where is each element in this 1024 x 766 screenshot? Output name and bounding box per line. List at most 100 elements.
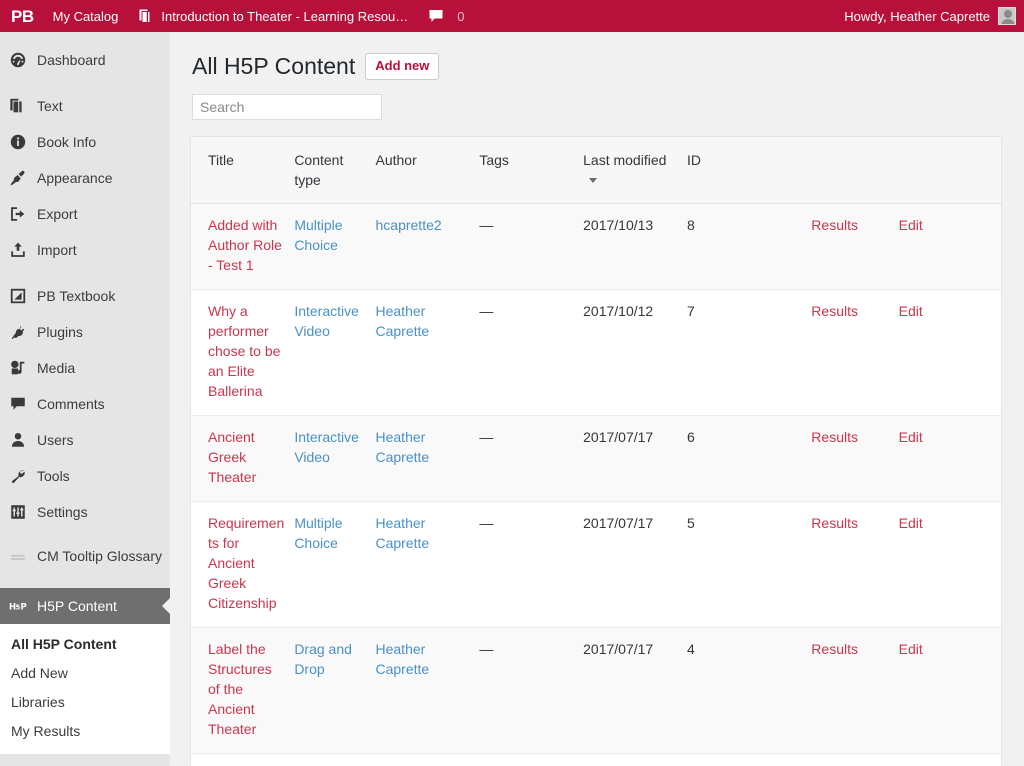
cell-title: Why a performer chose to be an Elite Bal… [190, 289, 295, 416]
results-link[interactable]: Results [811, 641, 858, 657]
sidebar-item-export[interactable]: Export [0, 196, 170, 232]
column-header-id[interactable]: ID [686, 136, 812, 204]
my-catalog-label: My Catalog [52, 8, 119, 24]
account-menu[interactable]: Howdy, Heather Caprette [834, 0, 1024, 32]
author-link[interactable]: Heather Caprette [376, 641, 430, 677]
sidebar-item-book-info[interactable]: Book Info [0, 124, 170, 160]
cell-edit: Edit [898, 415, 1002, 502]
column-header-author[interactable]: Author [375, 136, 480, 204]
cell-id: 6 [686, 415, 812, 502]
sidebar-item-label: Dashboard [37, 52, 106, 68]
author-link[interactable]: Heather Caprette [376, 515, 430, 551]
h5p-content-table: Title Content type Author Tags Last modi… [190, 136, 1002, 766]
info-icon [9, 133, 35, 151]
admin-sidebar: Dashboard Text Book Info Appearance Expo… [0, 32, 170, 766]
results-link[interactable]: Results [811, 217, 858, 233]
cell-edit: Edit [898, 501, 1002, 628]
cell-author: Heather Caprette [375, 289, 480, 416]
edit-link[interactable]: Edit [899, 641, 923, 657]
cell-results: Results [811, 501, 899, 628]
sidebar-item-label: Tools [37, 468, 70, 484]
content-type-link[interactable]: Multiple Choice [294, 217, 342, 253]
add-new-button[interactable]: Add new [365, 53, 440, 80]
sidebar-item-dashboard[interactable]: Dashboard [0, 42, 170, 78]
results-link[interactable]: Results [811, 429, 858, 445]
column-header-results [811, 136, 899, 204]
cell-title: Requirements for Ancient Greek Citizensh… [190, 501, 295, 628]
page-title: All H5P Content [192, 53, 356, 79]
edit-link[interactable]: Edit [899, 515, 923, 531]
book-icon [9, 97, 35, 115]
title-link[interactable]: Requirements for Ancient Greek Citizensh… [208, 515, 284, 611]
results-link[interactable]: Results [811, 303, 858, 319]
sidebar-item-appearance[interactable]: Appearance [0, 160, 170, 196]
cell-tags: — [479, 501, 584, 628]
cell-content-type: Interactive Video [294, 289, 376, 416]
import-icon [9, 241, 35, 259]
title-link[interactable]: Ancient Greek Theater [208, 429, 256, 485]
submenu-item-libraries[interactable]: Libraries [0, 688, 170, 717]
my-catalog-link[interactable]: My Catalog [43, 0, 129, 32]
submenu-item-add-new[interactable]: Add New [0, 659, 170, 688]
sidebar-item-label: Text [37, 98, 63, 114]
column-header-edit [898, 136, 1002, 204]
cell-title: Introduction to Ancient Greek Theater [190, 753, 295, 766]
sidebar-item-pb-textbook[interactable]: PB Textbook [0, 278, 170, 314]
cell-content-type: Interactive Video [294, 415, 376, 502]
book-stack-icon [138, 8, 154, 24]
sidebar-item-comments[interactable]: Comments [0, 386, 170, 422]
comment-bubble-icon [428, 8, 444, 24]
cell-id: 7 [686, 289, 812, 416]
comments-link[interactable]: 0 [418, 0, 474, 32]
column-header-last-modified[interactable]: Last modified [583, 136, 687, 204]
sidebar-item-label: Comments [37, 396, 105, 412]
edit-link[interactable]: Edit [899, 303, 923, 319]
cell-id: 4 [686, 627, 812, 754]
content-type-link[interactable]: Interactive Video [294, 429, 359, 465]
sidebar-item-text[interactable]: Text [0, 88, 170, 124]
pressbooks-logo-button[interactable]: PB [0, 0, 43, 32]
edit-link[interactable]: Edit [899, 429, 923, 445]
title-link[interactable]: Added with Author Role - Test 1 [208, 217, 282, 273]
site-name-link[interactable]: Introduction to Theater - Learning Resou… [128, 0, 418, 32]
column-header-content-type[interactable]: Content type [294, 136, 376, 204]
wrench-icon [9, 467, 35, 485]
column-header-tags[interactable]: Tags [479, 136, 584, 204]
glossary-icon [9, 547, 35, 567]
sidebar-item-tools[interactable]: Tools [0, 458, 170, 494]
edit-link[interactable]: Edit [899, 217, 923, 233]
author-link[interactable]: Heather Caprette [376, 429, 430, 465]
sidebar-item-users[interactable]: Users [0, 422, 170, 458]
cell-content-type: Multiple Choice [294, 501, 376, 628]
search-input[interactable] [192, 94, 382, 120]
submenu-item-all-h5p-content[interactable]: All H5P Content [0, 630, 170, 659]
table-row: Added with Author Role - Test 1 Multiple… [190, 203, 1002, 290]
column-label: Author [375, 152, 417, 168]
admin-bar: PB My Catalog Introduction to Theater - … [0, 0, 1024, 32]
cell-last-modified: 2017/07/17 [583, 753, 687, 766]
site-name-label: Introduction to Theater - Learning Resou… [161, 8, 409, 24]
sidebar-item-plugins[interactable]: Plugins [0, 314, 170, 350]
cell-tags: — [479, 753, 584, 766]
sidebar-item-import[interactable]: Import [0, 232, 170, 268]
results-link[interactable]: Results [811, 515, 858, 531]
cell-content-type: Drag and Drop [294, 627, 376, 754]
title-link[interactable]: Why a performer chose to be an Elite Bal… [208, 303, 280, 399]
cell-edit: Edit [898, 627, 1002, 754]
title-link[interactable]: Label the Structures of the Ancient Thea… [208, 641, 272, 737]
sidebar-item-media[interactable]: Media [0, 350, 170, 386]
sidebar-item-cm-tooltip-glossary[interactable]: CM Tooltip Glossary [0, 540, 170, 588]
sidebar-item-h5p-content[interactable]: H 5 P H5P Content [0, 588, 170, 624]
content-type-link[interactable]: Interactive Video [294, 303, 359, 339]
author-link[interactable]: hcaprette2 [376, 217, 442, 233]
author-link[interactable]: Heather Caprette [376, 303, 430, 339]
sidebar-item-settings[interactable]: Settings [0, 494, 170, 530]
submenu-item-my-results[interactable]: My Results [0, 717, 170, 746]
column-header-title[interactable]: Title [190, 136, 295, 204]
column-label: ID [686, 152, 701, 168]
content-type-link[interactable]: Multiple Choice [294, 515, 342, 551]
cell-results: Results [811, 203, 899, 290]
content-type-link[interactable]: Drag and Drop [294, 641, 352, 677]
cell-id: 3 [686, 753, 812, 766]
